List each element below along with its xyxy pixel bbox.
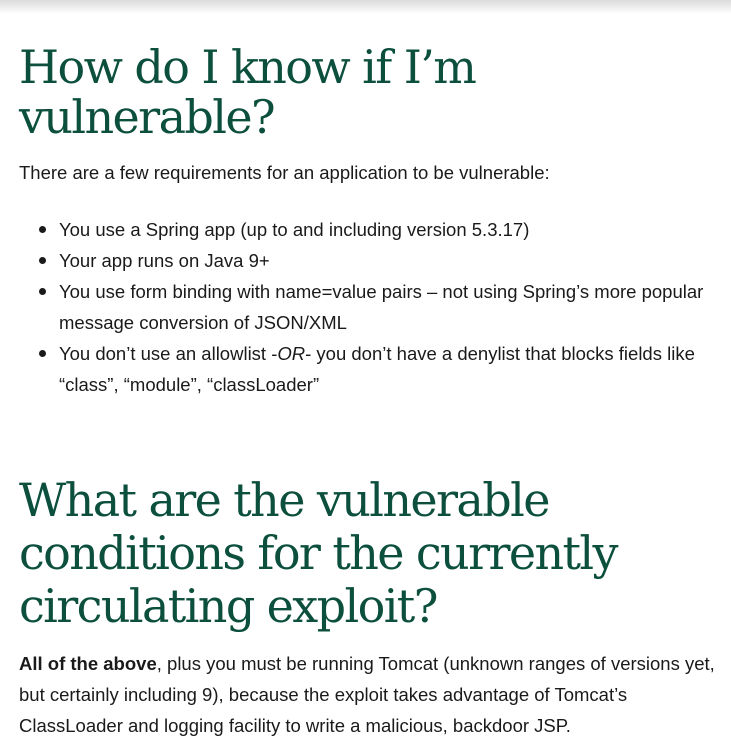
requirements-intro: There are a few requirements for an appl…: [19, 162, 550, 183]
section-heading-vulnerable: How do I know if I’m vulnerable?: [19, 40, 477, 144]
list-item: You use a Spring app (up to and includin…: [19, 214, 719, 245]
section-heading-conditions: What are the vulnerable conditions for t…: [19, 473, 618, 633]
bold-lead: All of the above: [19, 653, 157, 674]
list-item: Your app runs on Java 9+: [19, 245, 719, 276]
list-item: You don’t use an allowlist -OR- you don’…: [19, 338, 719, 400]
conditions-paragraph: All of the above, plus you must be runni…: [19, 648, 719, 741]
top-shadow: [0, 0, 731, 14]
requirements-list: You use a Spring app (up to and includin…: [19, 214, 719, 400]
list-item-text: You don’t use an allowlist -: [59, 343, 278, 364]
emphasis-text: OR: [277, 343, 306, 364]
list-item: You use form binding with name=value pai…: [19, 276, 719, 338]
